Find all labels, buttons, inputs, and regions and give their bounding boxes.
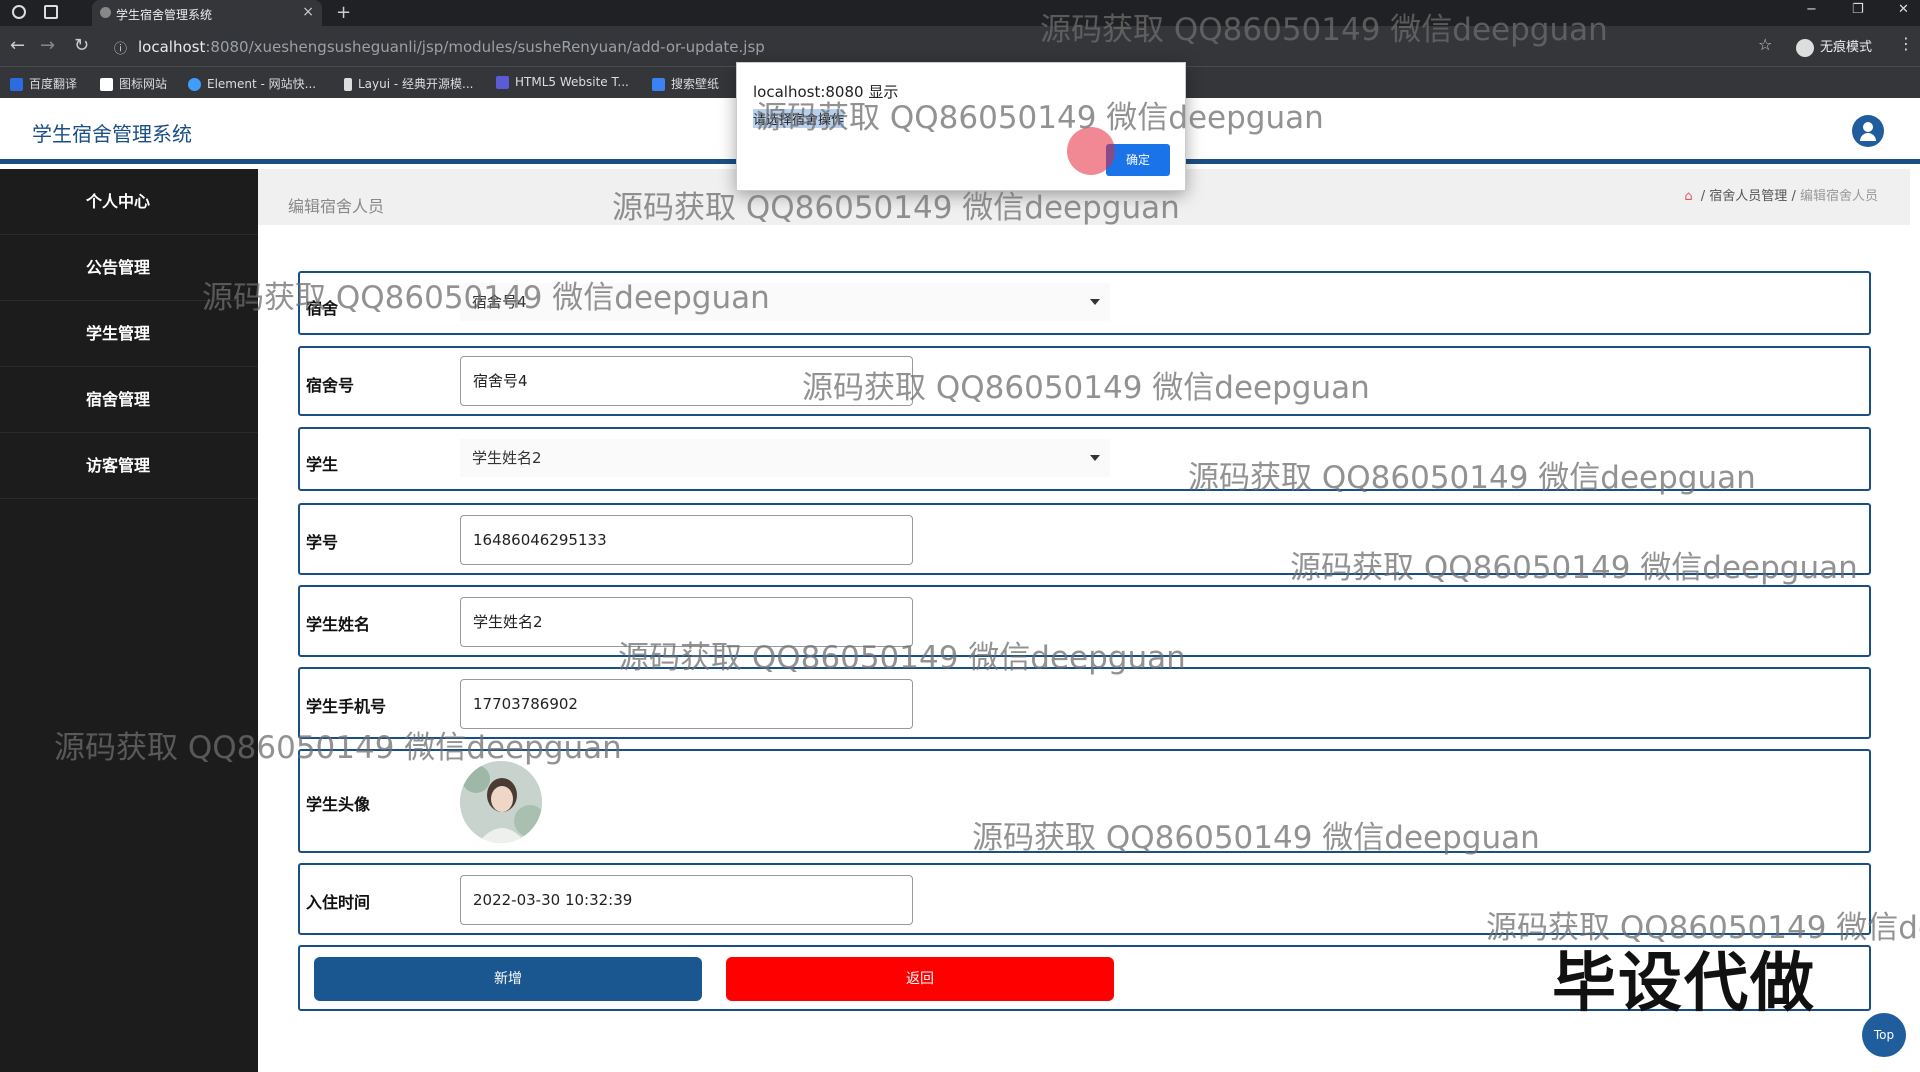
favicon-icon — [100, 7, 111, 18]
checkin-time-input[interactable]: 2022-03-30 10:32:39 — [460, 875, 913, 925]
element-icon — [188, 78, 201, 91]
chevron-down-icon — [1090, 299, 1100, 305]
watermark: 源码获取 QQ86050149 微信deepguan — [618, 640, 1186, 676]
new-tab-button[interactable]: + — [336, 2, 351, 23]
watermark: 源码获取 QQ86050149 微信deepguan — [54, 730, 622, 766]
bookmark-item[interactable]: HTML5 Website T... — [496, 75, 629, 89]
browser-tab-bar: 学生宿舍管理系统 × + − ❐ ✕ — [0, 0, 1920, 26]
chevron-down-icon — [1090, 455, 1100, 461]
bookmark-label: 搜索壁纸 — [671, 77, 720, 91]
back-button[interactable]: 返回 — [726, 957, 1114, 1001]
student-photo[interactable] — [460, 761, 542, 843]
breadcrumb-current: 编辑宿舍人员 — [1799, 189, 1878, 204]
back-to-top-button[interactable]: Top — [1862, 1013, 1906, 1057]
forward-arrow-icon[interactable]: → — [40, 35, 55, 56]
watermark: 源码获取 QQ86050149 微信deepguan — [1290, 550, 1858, 586]
browser-tab[interactable]: 学生宿舍管理系统 × — [92, 0, 322, 26]
incognito-indicator[interactable]: 无痕模式 — [1796, 36, 1872, 57]
bookmark-label: 百度翻译 — [29, 77, 78, 91]
sidebar-item-dorms[interactable]: 宿舍管理 — [0, 367, 258, 433]
layui-icon — [344, 78, 352, 91]
url-path: :8080/xueshengsusheguanli/jsp/modules/su… — [205, 38, 765, 56]
field-label: 学生手机号 — [306, 697, 387, 716]
url-host: localhost — [138, 38, 206, 56]
incognito-label: 无痕模式 — [1820, 40, 1873, 55]
bookmark-item[interactable]: 图标网站 — [100, 75, 167, 92]
dialog-ok-button[interactable]: 确定 — [1106, 144, 1170, 176]
bookmark-icon — [10, 78, 23, 91]
wallpaper-icon — [652, 78, 665, 91]
minimize-button[interactable]: − — [1806, 2, 1817, 17]
xuehao-input[interactable]: 16486046295133 — [460, 515, 913, 565]
field-label: 学号 — [306, 533, 339, 552]
bookmark-item[interactable]: 搜索壁纸 — [652, 75, 719, 92]
field-label: 学生姓名 — [306, 615, 371, 634]
address-bar: ← → ↻ ⓘ localhost:8080/xueshengsusheguan… — [0, 26, 1920, 66]
select-value: 学生姓名2 — [472, 449, 542, 467]
field-label: 宿舍号 — [306, 376, 355, 395]
avatar-photo-image — [460, 761, 542, 843]
tab-search-icon[interactable] — [44, 5, 58, 19]
sidebar-item-visitors[interactable]: 访客管理 — [0, 433, 258, 499]
watermark: 源码获取 QQ86050149 微信deepguan — [612, 190, 1180, 226]
sidebar-item-personal-center[interactable]: 个人中心 — [0, 169, 258, 235]
breadcrumb-item[interactable]: 宿舍人员管理 — [1709, 189, 1787, 204]
field-label: 学生 — [306, 455, 339, 474]
reload-icon[interactable]: ↻ — [74, 35, 89, 56]
user-avatar-icon[interactable] — [1852, 115, 1884, 147]
bookmark-star-icon[interactable]: ☆ — [1758, 35, 1772, 54]
watermark: 源码获取 QQ86050149 微信deepguan — [802, 370, 1370, 406]
add-button[interactable]: 新增 — [314, 957, 702, 1001]
watermark: 源码获取 QQ86050149 微信deepguan — [1040, 12, 1608, 48]
app-title: 学生宿舍管理系统 — [32, 122, 192, 146]
field-label: 入住时间 — [306, 893, 371, 912]
watermark: 源码获取 QQ86050149 微信deepguan — [756, 100, 1324, 136]
bookmark-item[interactable]: Layui - 经典开源模... — [344, 75, 473, 92]
back-arrow-icon[interactable]: ← — [10, 35, 25, 56]
bookmark-label: Layui - 经典开源模... — [358, 77, 474, 91]
bookmark-item[interactable]: 百度翻译 — [10, 75, 77, 92]
tab-title: 学生宿舍管理系统 — [116, 8, 213, 22]
bookmark-label: 图标网站 — [119, 77, 168, 91]
bookmark-item[interactable]: Element - 网站快... — [188, 75, 316, 92]
html5-icon — [496, 76, 509, 89]
breadcrumb-separator: / — [1791, 189, 1796, 204]
bookmark-label: HTML5 Website T... — [515, 75, 629, 89]
watermark: 源码获取 QQ86050149 微信deepguan — [202, 280, 770, 316]
field-label: 学生头像 — [306, 795, 371, 814]
maximize-button[interactable]: ❐ — [1852, 2, 1864, 17]
home-icon[interactable]: ⌂ — [1684, 189, 1692, 204]
breadcrumb: ⌂ / 宿舍人员管理 / 编辑宿舍人员 — [1684, 185, 1878, 204]
flag-icon — [100, 78, 113, 91]
promo-watermark: 毕设代做 — [1552, 947, 1816, 1021]
browser-menu-icon[interactable] — [12, 5, 26, 19]
breadcrumb-separator: / — [1700, 189, 1706, 204]
close-window-button[interactable]: ✕ — [1898, 2, 1909, 17]
watermark: 源码获取 QQ86050149 微信deepguan — [972, 820, 1540, 856]
page-title: 编辑宿舍人员 — [288, 197, 385, 216]
incognito-icon — [1796, 38, 1814, 57]
info-icon[interactable]: ⓘ — [114, 38, 127, 57]
watermark: 源码获取 QQ86050149 微信deepguan — [1188, 460, 1756, 496]
bookmark-label: Element - 网站快... — [207, 77, 317, 91]
tab-close-icon[interactable]: × — [302, 4, 314, 20]
student-select[interactable]: 学生姓名2 — [460, 439, 1110, 477]
browser-kebab-menu-icon[interactable]: ⋮ — [1898, 34, 1914, 53]
